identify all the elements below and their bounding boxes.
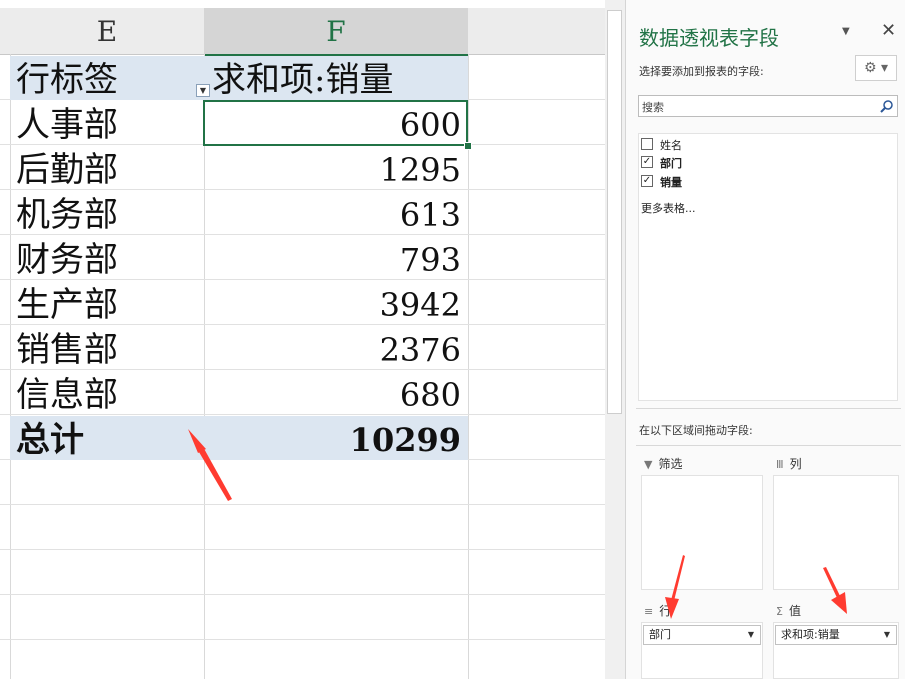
column-header-F[interactable]: F — [204, 8, 468, 54]
search-input[interactable]: 搜索 — [638, 95, 898, 117]
pivot-row-labels-header[interactable]: 行标签 — [16, 56, 118, 100]
filters-drop-area[interactable] — [641, 475, 763, 590]
pivot-data-row[interactable]: 机务部 613 — [10, 191, 468, 235]
grid-line — [0, 504, 605, 505]
grid-line — [0, 594, 605, 595]
value-cell[interactable]: 1295 — [205, 146, 461, 190]
value-cell[interactable]: 2376 — [205, 326, 461, 370]
grand-total-value[interactable]: 10299 — [205, 416, 461, 460]
grand-total-label[interactable]: 总计 — [16, 416, 84, 460]
columns-icon: Ⅲ — [776, 458, 784, 471]
row-label-cell[interactable]: 人事部 — [16, 101, 118, 145]
filter-dropdown-button[interactable]: ▼ — [196, 84, 210, 97]
values-field-name: 求和项:销量 — [781, 628, 840, 641]
pivot-data-row[interactable]: 生产部 3942 — [10, 281, 468, 325]
close-icon[interactable]: ✕ — [881, 20, 896, 41]
drag-fields-label: 在以下区域间拖动字段: — [639, 424, 753, 437]
rows-area-label: ≡ 行 — [644, 602, 671, 619]
checkbox[interactable] — [641, 138, 653, 150]
chevron-down-icon[interactable]: ▼ — [748, 626, 754, 644]
search-icon[interactable] — [880, 99, 894, 113]
active-cell-selection — [203, 100, 468, 146]
divider — [636, 445, 901, 446]
checkbox-checked[interactable]: ✓ — [641, 156, 653, 168]
pivot-data-row[interactable]: 信息部 680 — [10, 371, 468, 415]
column-header-E[interactable]: E — [10, 8, 204, 54]
grid-line — [0, 639, 605, 640]
value-cell[interactable]: 680 — [205, 371, 461, 415]
field-list: 姓名 ✓ 部门 ✓ 销量 更多表格... — [638, 133, 898, 401]
field-label: 销量 — [660, 176, 682, 189]
rows-icon: ≡ — [644, 605, 654, 618]
vertical-scrollbar[interactable] — [605, 0, 625, 679]
row-label-cell[interactable]: 信息部 — [16, 371, 118, 415]
chevron-down-icon[interactable]: ▼ — [884, 626, 890, 644]
pivot-value-header[interactable]: 求和项:销量 — [212, 56, 468, 100]
more-tables-link[interactable]: 更多表格... — [641, 200, 696, 216]
field-label: 姓名 — [660, 139, 682, 152]
divider — [636, 408, 901, 409]
scrollbar-thumb[interactable] — [607, 10, 622, 414]
values-area-label: Σ值 — [776, 602, 801, 619]
choose-fields-label: 选择要添加到报表的字段: — [639, 65, 764, 78]
rows-label: 行 — [659, 604, 672, 618]
rows-field-name: 部门 — [649, 628, 671, 641]
checkbox-checked[interactable]: ✓ — [641, 175, 653, 187]
gear-icon[interactable]: ⚙ ▾ — [855, 55, 897, 81]
pivot-data-row[interactable]: 销售部 2376 — [10, 326, 468, 370]
value-cell[interactable]: 793 — [205, 236, 461, 280]
search-placeholder: 搜索 — [642, 101, 664, 114]
pane-options-dropdown-icon[interactable]: ▼ — [842, 26, 850, 37]
filters-label: 筛选 — [658, 457, 683, 471]
pivot-field-pane: 数据透视表字段 ▼ ✕ 选择要添加到报表的字段: ⚙ ▾ 搜索 姓名 ✓ 部门 … — [625, 0, 905, 679]
columns-area-label: Ⅲ列 — [776, 455, 802, 472]
row-label-cell[interactable]: 机务部 — [16, 191, 118, 235]
pivot-data-row[interactable]: 后勤部 1295 — [10, 146, 468, 190]
filters-area-label: ▼ 筛选 — [644, 455, 682, 472]
value-cell[interactable]: 3942 — [205, 281, 461, 325]
sigma-icon: Σ — [776, 605, 783, 618]
pane-title: 数据透视表字段 — [639, 26, 779, 50]
fill-handle[interactable] — [464, 142, 472, 150]
filter-icon: ▼ — [644, 458, 653, 471]
row-label-cell[interactable]: 生产部 — [16, 281, 118, 325]
grid-line — [0, 549, 605, 550]
pivot-header-row: 行标签 ▼ 求和项:销量 — [10, 56, 468, 100]
field-label: 部门 — [660, 157, 682, 170]
columns-label: 列 — [789, 457, 802, 471]
row-label-cell[interactable]: 财务部 — [16, 236, 118, 280]
columns-drop-area[interactable] — [773, 475, 899, 590]
row-label-cell[interactable]: 销售部 — [16, 326, 118, 370]
values-label: 值 — [788, 604, 801, 618]
pivot-total-row[interactable]: 总计 10299 — [10, 416, 468, 460]
row-label-cell[interactable]: 后勤部 — [16, 146, 118, 190]
rows-field-pill[interactable]: 部门 ▼ — [643, 625, 761, 645]
spreadsheet-grid: E F 行标签 ▼ 求和项:销量 人事部 600 后勤部 1295 机务部 61… — [0, 0, 605, 679]
values-field-pill[interactable]: 求和项:销量 ▼ — [775, 625, 897, 645]
value-cell[interactable]: 613 — [205, 191, 461, 235]
pivot-data-row[interactable]: 财务部 793 — [10, 236, 468, 280]
